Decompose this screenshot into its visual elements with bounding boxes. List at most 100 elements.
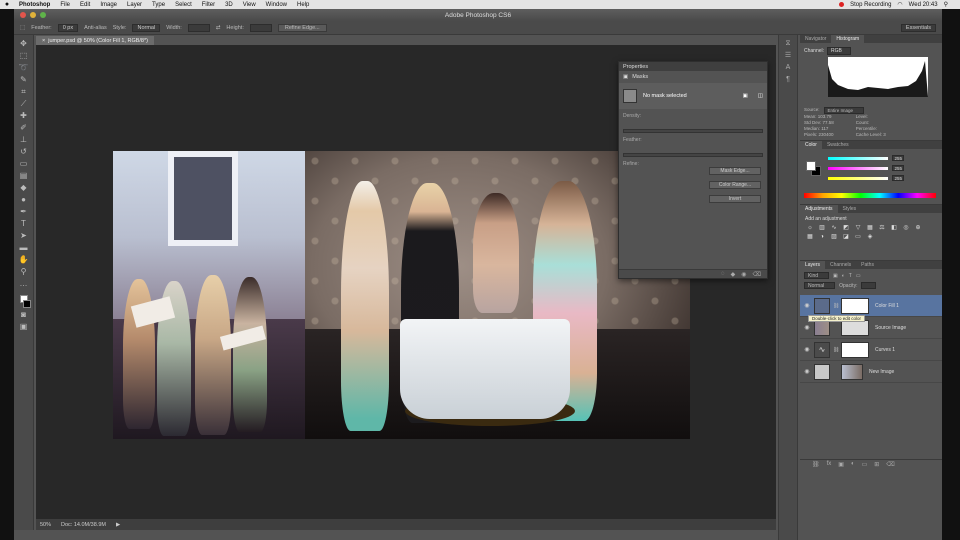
path-selection-tool-icon[interactable]: ➤ — [18, 231, 30, 241]
gradient-tool-icon[interactable]: ▤ — [18, 171, 30, 181]
color-spectrum[interactable] — [804, 193, 936, 198]
photo-filter-icon[interactable]: ◎ — [902, 225, 910, 231]
close-tab-icon[interactable]: × — [42, 38, 45, 44]
status-arrow-icon[interactable]: ▶ — [116, 522, 120, 528]
link-layers-icon[interactable]: ⛓ — [812, 461, 820, 468]
menu-view[interactable]: View — [238, 2, 261, 8]
color-balance-icon[interactable]: ⚖ — [878, 225, 886, 231]
tab-histogram[interactable]: Histogram — [831, 35, 865, 43]
feather-input[interactable]: 0 px — [57, 23, 79, 32]
background-color-swatch[interactable] — [22, 300, 31, 308]
tab-adjustments[interactable]: Adjustments — [800, 205, 838, 213]
menu-photoshop[interactable]: Photoshop — [14, 2, 55, 8]
type-tool-icon[interactable]: T — [18, 219, 30, 229]
add-pixel-mask-icon[interactable]: ▣ — [743, 93, 748, 99]
load-selection-icon[interactable]: ◌ — [721, 271, 725, 277]
search-icon[interactable]: ⚲ — [944, 1, 948, 8]
red-slider[interactable] — [828, 157, 888, 160]
eyedropper-tool-icon[interactable]: ⟋ — [18, 99, 30, 109]
foreground-color-chip[interactable] — [806, 161, 816, 171]
blue-slider[interactable] — [828, 177, 888, 180]
gradient-map-icon[interactable]: ▭ — [854, 234, 862, 240]
dodge-tool-icon[interactable]: ● — [18, 195, 30, 205]
zoom-tool-icon[interactable]: ⚲ — [18, 267, 30, 277]
vibrance-icon[interactable]: ▽ — [854, 225, 862, 231]
apply-mask-icon[interactable]: ◆ — [731, 271, 736, 278]
posterize-icon[interactable]: ▨ — [830, 234, 838, 240]
menu-select[interactable]: Select — [170, 2, 197, 8]
color-range-button[interactable]: Color Range... — [709, 181, 761, 189]
hue-saturation-icon[interactable]: ▦ — [866, 225, 874, 231]
filter-type-icon[interactable]: T — [849, 273, 852, 279]
green-value[interactable]: 255 — [892, 165, 904, 171]
visibility-eye-icon[interactable]: ◉ — [803, 324, 811, 331]
layer-name[interactable]: Source Image — [875, 325, 906, 331]
layer-mask-thumbnail[interactable] — [841, 297, 869, 314]
source-select[interactable]: Entire Image — [823, 107, 865, 114]
curves-icon[interactable]: ∿ — [830, 225, 838, 231]
wifi-icon[interactable]: ◠ — [897, 1, 902, 8]
menu-filter[interactable]: Filter — [197, 2, 220, 8]
marquee-tool-icon[interactable]: ⬚ — [20, 25, 25, 31]
clone-stamp-tool-icon[interactable]: ⊥ — [18, 135, 30, 145]
opacity-input[interactable] — [861, 282, 877, 289]
menu-layer[interactable]: Layer — [122, 2, 147, 8]
layer-row-curves[interactable]: ◉ ∿ ⛓ Curves 1 — [800, 339, 942, 361]
filter-adjustment-icon[interactable]: ◐ — [842, 273, 845, 279]
menu-edit[interactable]: Edit — [75, 2, 95, 8]
menu-file[interactable]: File — [55, 2, 75, 8]
levels-icon[interactable]: ▥ — [818, 225, 826, 231]
filter-shape-icon[interactable]: ▭ — [856, 273, 861, 279]
brightness-contrast-icon[interactable]: ☼ — [806, 225, 814, 231]
tab-paths[interactable]: Paths — [856, 261, 879, 269]
blue-value[interactable]: 255 — [892, 175, 904, 181]
stop-recording-label[interactable]: Stop Recording — [850, 2, 891, 8]
rectangle-tool-icon[interactable]: ▬ — [18, 243, 30, 253]
blur-tool-icon[interactable]: ◆ — [18, 183, 30, 193]
zoom-level[interactable]: 50% — [40, 522, 51, 528]
new-group-icon[interactable]: ▭ — [862, 461, 868, 468]
workspace-select[interactable]: Essentials — [900, 23, 936, 32]
black-white-icon[interactable]: ◧ — [890, 225, 898, 231]
tab-channels[interactable]: Channels — [825, 261, 856, 269]
properties-header[interactable]: Properties — [619, 62, 767, 71]
new-adjustment-icon[interactable]: ◐ — [851, 461, 855, 467]
menu-3d[interactable]: 3D — [220, 2, 238, 8]
quick-select-tool-icon[interactable]: ✎ — [18, 75, 30, 85]
delete-layer-icon[interactable]: ⌫ — [886, 461, 894, 468]
channel-mixer-icon[interactable]: ⊕ — [914, 225, 922, 231]
color-lookup-icon[interactable]: ▦ — [806, 234, 814, 240]
tab-layers[interactable]: Layers — [800, 261, 826, 269]
height-input[interactable] — [249, 23, 272, 32]
exposure-icon[interactable]: ◩ — [842, 225, 850, 231]
new-layer-icon[interactable]: ⊞ — [874, 461, 879, 468]
character-panel-icon[interactable]: A — [783, 63, 794, 72]
antialias-checkbox[interactable]: Anti-alias — [84, 25, 107, 31]
healing-brush-tool-icon[interactable]: ✚ — [18, 111, 30, 121]
add-vector-mask-icon[interactable]: ◫ — [758, 93, 763, 99]
toggle-mask-icon[interactable]: ◉ — [741, 271, 746, 278]
quick-mask-icon[interactable]: ◙ — [18, 310, 30, 320]
hand-tool-icon[interactable]: ✋ — [18, 255, 30, 265]
layer-name[interactable]: Curves 1 — [875, 347, 895, 353]
history-brush-tool-icon[interactable]: ↺ — [18, 147, 30, 157]
document-tab[interactable]: × jumper.psd @ 50% (Color Fill 1, RGB/8*… — [36, 36, 154, 45]
width-input[interactable] — [187, 23, 210, 32]
layer-row-new-image[interactable]: ◉ New Image — [800, 361, 942, 383]
invert-button[interactable]: Invert — [709, 195, 761, 203]
marquee-tool-icon[interactable]: ⬚ — [18, 51, 30, 61]
menu-window[interactable]: Window — [261, 2, 292, 8]
layer-row-color-fill[interactable]: ◉ ⛓ Color Fill 1 — [800, 295, 942, 317]
visibility-eye-icon[interactable]: ◉ — [803, 302, 811, 309]
menu-image[interactable]: Image — [95, 2, 122, 8]
invert-icon[interactable]: ◑ — [818, 234, 826, 240]
add-mask-icon[interactable]: ▣ — [838, 461, 844, 468]
green-slider[interactable] — [828, 167, 888, 170]
mask-edge-button[interactable]: Mask Edge... — [709, 167, 761, 175]
channel-select[interactable]: RGB — [827, 47, 851, 55]
layer-name[interactable]: Color Fill 1 — [875, 303, 899, 309]
crop-tool-icon[interactable]: ⌗ — [18, 87, 30, 97]
red-value[interactable]: 255 — [892, 155, 904, 161]
threshold-icon[interactable]: ◪ — [842, 234, 850, 240]
clock[interactable]: Wed 20:43 — [909, 2, 938, 8]
